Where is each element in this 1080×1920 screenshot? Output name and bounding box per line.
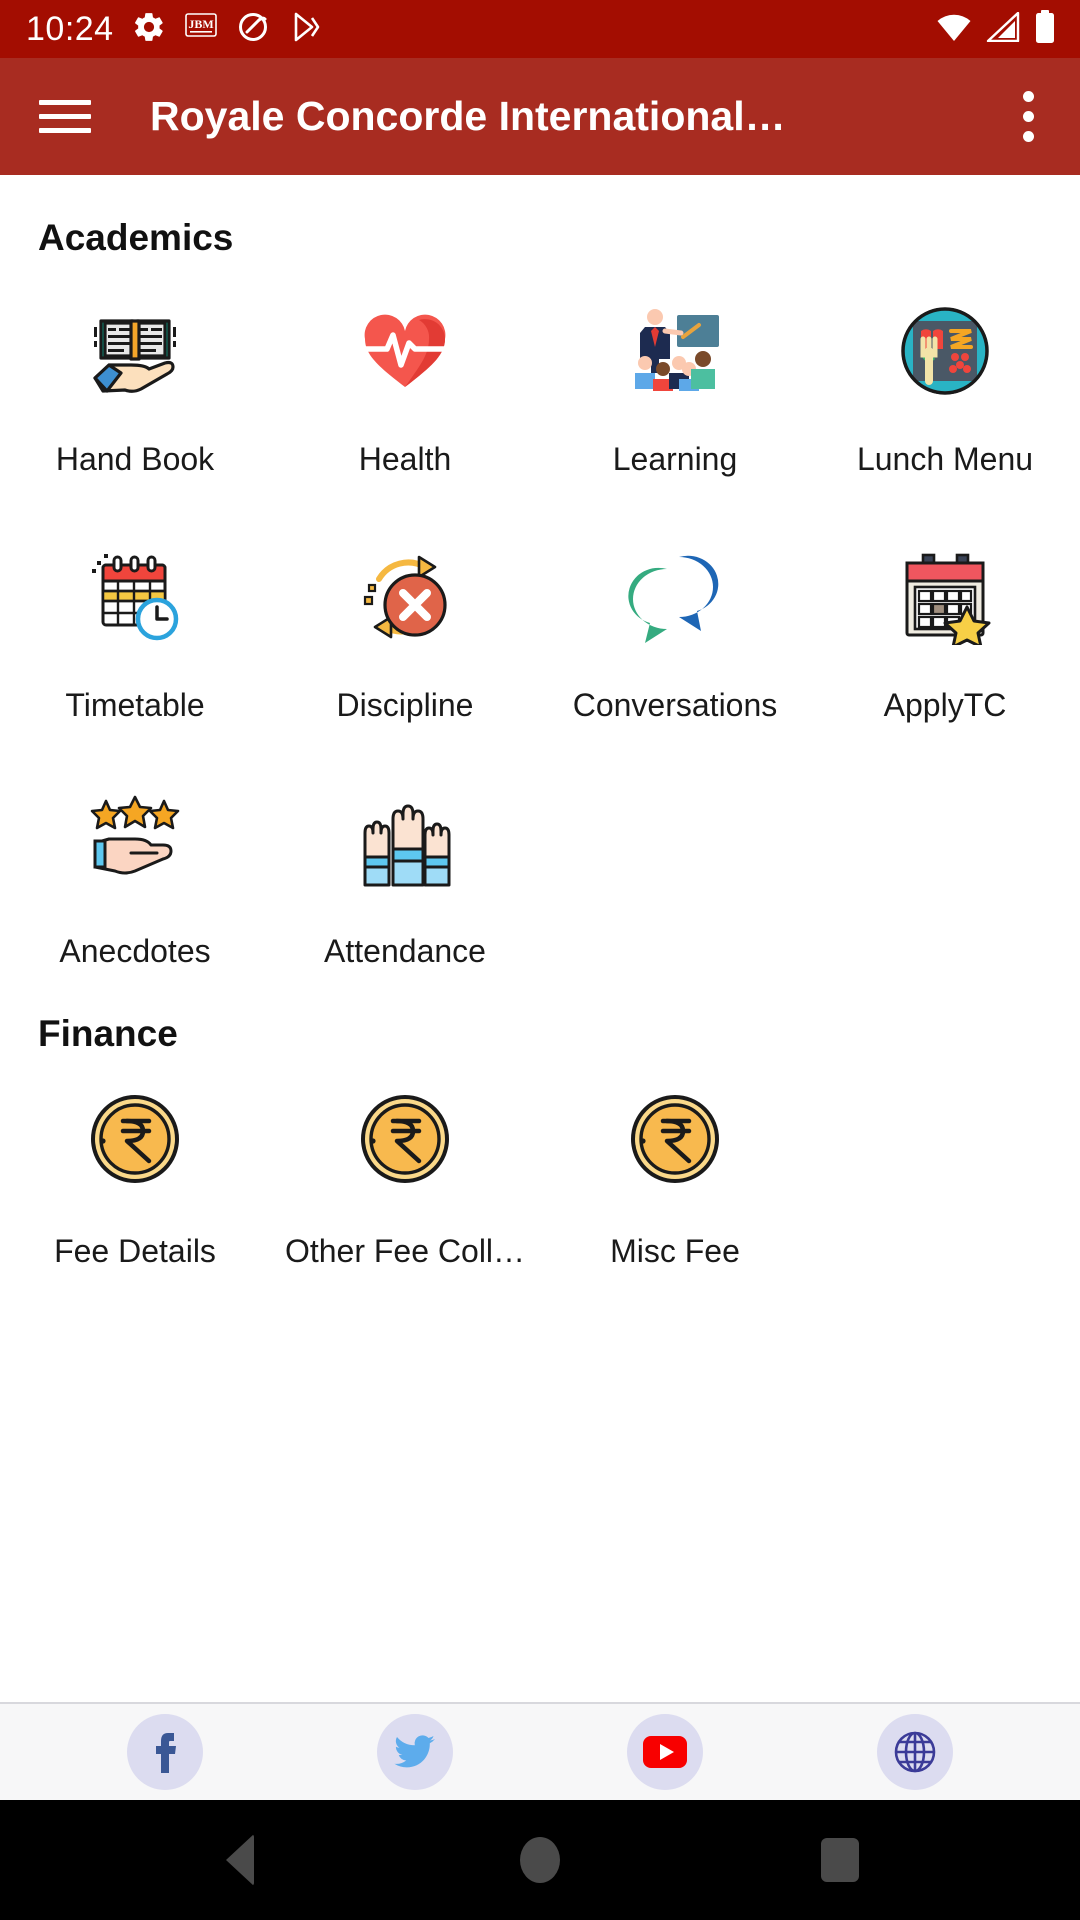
tile-label: Anecdotes [59,933,211,969]
tile-label: ApplyTC [883,687,1007,723]
tile-timetable[interactable]: Timetable [0,505,270,751]
back-triangle-icon[interactable] [185,1805,295,1915]
tile-label: Conversations [572,687,778,723]
facebook-icon[interactable] [127,1714,203,1790]
battery-icon [1034,9,1056,49]
lunch-menu-tray-icon [897,303,993,399]
academics-grid: Hand Book Health Learning Lunch Menu Tim… [0,259,1080,997]
youtube-icon[interactable] [627,1714,703,1790]
more-vertical-icon[interactable] [998,81,1058,153]
recents-square-icon[interactable] [785,1805,895,1915]
learning-classroom-icon [627,303,723,399]
main-content: Academics Hand Book Health Learning Lunc… [0,175,1080,1702]
status-bar: 10:24 JBM [0,0,1080,58]
cellular-signal-icon [986,11,1020,47]
tile-label: Hand Book [55,441,215,477]
gear-icon [132,10,166,49]
discipline-x-circle-icon [357,549,453,645]
status-bar-right [936,9,1056,49]
tile-applytc[interactable]: ApplyTC [810,505,1080,751]
anecdotes-hand-stars-icon [87,795,183,891]
health-heart-icon [357,303,453,399]
tile-label: Discipline [336,687,474,723]
tile-label: Misc Fee [610,1233,740,1269]
android-nav-bar [0,1800,1080,1920]
do-not-disturb-icon [236,10,270,49]
page-title: Royale Concorde International… [150,93,786,139]
tile-discipline[interactable]: Discipline [270,505,540,751]
hand-book-icon [87,303,183,399]
rupee-coin-icon [357,1091,453,1187]
app-screen: 10:24 JBM Royale Concorde International…… [0,0,1080,1920]
tile-label: Lunch Menu [856,441,1034,477]
status-bar-left: 10:24 JBM [26,10,322,49]
play-store-icon [288,10,322,49]
tile-health[interactable]: Health [270,259,540,505]
tile-label: Other Fee Coll… [284,1233,526,1269]
tile-label: Fee Details [54,1233,216,1269]
tile-label: Attendance [324,933,486,969]
jbm-app-icon: JBM [184,10,218,49]
twitter-icon[interactable] [377,1714,453,1790]
tile-placeholder [810,1055,1080,1287]
tile-other-fee-collection[interactable]: Other Fee Coll… [270,1055,540,1287]
rupee-coin-icon [87,1091,183,1187]
tile-fee-details[interactable]: Fee Details [0,1055,270,1287]
svg-text:JBM: JBM [188,17,213,31]
rupee-coin-icon [627,1091,723,1187]
tile-anecdotes[interactable]: Anecdotes [0,751,270,997]
tile-label: Health [358,441,452,477]
tile-hand-book[interactable]: Hand Book [0,259,270,505]
section-title-academics: Academics [38,217,234,258]
tile-attendance[interactable]: Attendance [270,751,540,997]
home-circle-icon[interactable] [485,1805,595,1915]
conversations-chat-bubbles-icon [627,549,723,645]
tile-conversations[interactable]: Conversations [540,505,810,751]
tile-label: Timetable [65,687,205,723]
finance-grid: Fee Details Other Fee Coll… Misc Fee [0,1055,1080,1287]
globe-icon[interactable] [877,1714,953,1790]
tile-misc-fee[interactable]: Misc Fee [540,1055,810,1287]
applytc-calendar-star-icon [897,549,993,645]
hamburger-menu-icon[interactable] [34,86,96,148]
app-bar: Royale Concorde International… [0,58,1080,175]
section-title-finance: Finance [38,1013,178,1054]
tile-label: Learning [612,441,738,477]
social-bar [0,1702,1080,1800]
timetable-calendar-clock-icon [87,549,183,645]
tile-lunch-menu[interactable]: Lunch Menu [810,259,1080,505]
attendance-raised-hands-icon [357,795,453,891]
status-clock: 10:24 [26,10,114,48]
wifi-icon [936,12,972,47]
tile-learning[interactable]: Learning [540,259,810,505]
tile-placeholder [540,751,810,997]
tile-placeholder [810,751,1080,997]
